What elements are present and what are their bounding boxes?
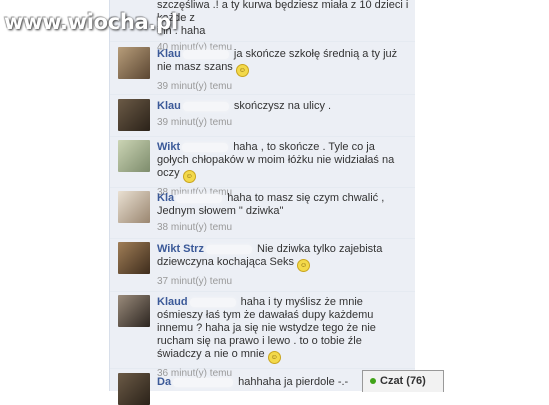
comment: Wikt Strz Nie dziwka tylko zajebista dzi… [110, 239, 415, 292]
avatar[interactable] [118, 373, 150, 405]
avatar[interactable] [118, 191, 150, 223]
comment-author[interactable]: Wikt [157, 141, 180, 153]
comment-author[interactable]: Klaud [157, 296, 188, 308]
comment-time[interactable]: 39 minut(y) temu [157, 80, 409, 93]
comment-author[interactable]: Klau [157, 100, 181, 112]
blurred-name [189, 297, 236, 307]
avatar[interactable] [118, 242, 150, 274]
comment: Klau skończysz na ulicy . 39 minut(y) te… [110, 96, 415, 137]
avatar[interactable] [118, 99, 150, 131]
chat-button[interactable]: Czat (76) [362, 370, 444, 392]
smiley-icon: ☺ [297, 259, 311, 272]
blurred-name [176, 193, 223, 203]
comment-author[interactable]: Wikt Strz [157, 243, 204, 255]
chat-label: Czat (76) [380, 375, 426, 387]
comment-time[interactable]: 37 minut(y) temu [157, 275, 409, 288]
avatar[interactable] [118, 47, 150, 79]
comment: Klau ja skończe szkołę średnią a ty już … [110, 44, 415, 95]
blurred-name [182, 142, 229, 152]
blurred-name [182, 49, 229, 59]
smiley-icon: ☺ [182, 170, 196, 183]
comment-time[interactable]: 38 minut(y) temu [157, 221, 409, 234]
blurred-name [182, 101, 229, 111]
blurred-name [173, 377, 234, 387]
comment-author[interactable]: Da [157, 376, 171, 388]
comment: Kla haha to masz się czym chwalić , Jedn… [110, 188, 415, 239]
site-watermark: www.wiocha.pl [4, 10, 178, 34]
comment-text: haha i ty myślisz że mnie ośmieszy łaś t… [157, 296, 376, 360]
online-status-icon [370, 378, 376, 384]
smiley-icon: ☺ [235, 64, 249, 77]
avatar[interactable] [118, 295, 150, 327]
comment-author[interactable]: Kla [157, 192, 174, 204]
comment: Klaud haha i ty myślisz że mnie ośmieszy… [110, 292, 415, 379]
comment-text: skończysz na ulicy . [233, 100, 332, 112]
comment-feed: szczęśliwa .! a ty kurwa będziesz miała … [109, 0, 415, 405]
comment-time[interactable]: 39 minut(y) temu [157, 116, 409, 129]
avatar[interactable] [118, 140, 150, 172]
comment-author[interactable]: Klau [157, 48, 181, 60]
blurred-name [205, 244, 252, 254]
comment-text-line: szczęśliwa .! a ty kurwa będziesz miała … [157, 0, 409, 24]
comment: Wikt haha , to skończe . Tyle co ja goły… [110, 137, 415, 198]
comment-text: hahhaha ja pierdole -.- [238, 376, 349, 388]
smiley-icon: ☺ [267, 351, 281, 364]
